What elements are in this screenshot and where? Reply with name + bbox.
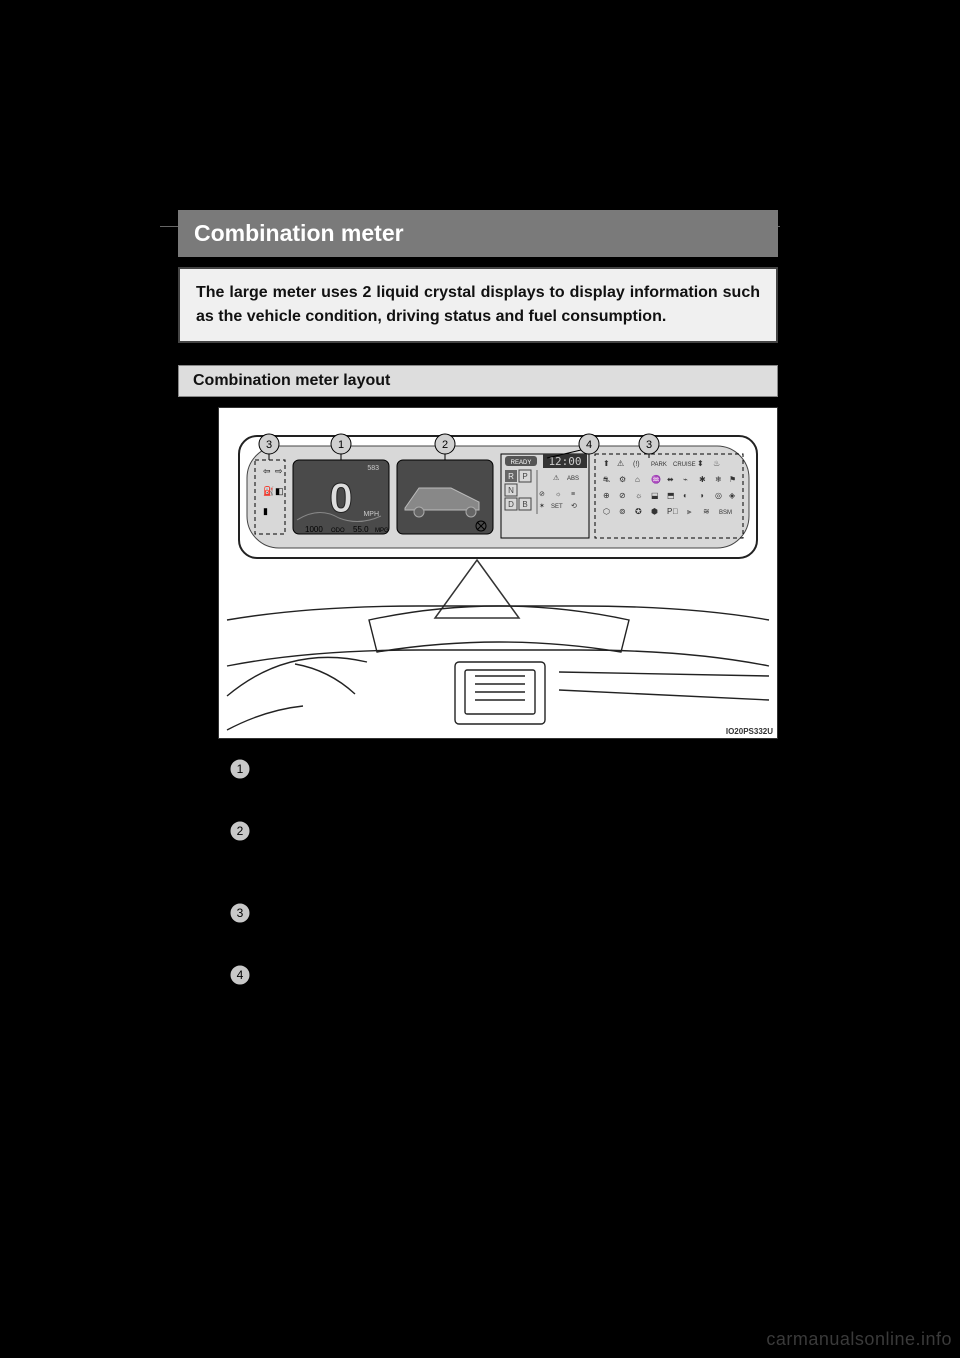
svg-text:⬒: ⬒ [667, 491, 675, 500]
svg-text:☼: ☼ [635, 491, 642, 500]
trip-value: 583 [367, 465, 379, 472]
svg-text:⬢: ⬢ [651, 507, 658, 516]
callout-item-1: 1 Main display [228, 757, 778, 797]
svg-text:⌂: ⌂ [635, 475, 640, 484]
odo-label: ODO [331, 528, 345, 534]
speed-value: 0 [329, 474, 352, 521]
svg-text:PARK: PARK [651, 462, 667, 468]
svg-text:R: R [508, 472, 514, 481]
ready-label: READY [511, 460, 532, 466]
svg-text:1: 1 [338, 439, 344, 451]
watermark: carmanualsonline.info [766, 1329, 952, 1350]
svg-text:⬓: ⬓ [651, 491, 659, 500]
numbered-circle-icon: 3 [228, 901, 252, 925]
svg-text:⊚: ⊚ [619, 507, 626, 516]
callout-item-2: 2 Multi-information display [228, 819, 778, 879]
svg-text:⬡: ⬡ [603, 507, 610, 516]
figure-id: IO20PS332U [726, 727, 773, 736]
meter-svg: ⇦ ⛽ ▮ ⇨ ◧ 0 MPH 583 1000 ODO 55.0 MPG [219, 408, 777, 738]
svg-text:⌁: ⌁ [683, 475, 688, 484]
page: Combination meter The large meter uses 2… [0, 0, 960, 1358]
svg-text:◎: ◎ [715, 491, 722, 500]
svg-text:⚠: ⚠ [617, 459, 624, 468]
svg-text:⟲: ⟲ [571, 503, 577, 510]
svg-text:⚙: ⚙ [619, 475, 626, 484]
svg-text:⊕: ⊕ [603, 491, 610, 500]
intro-text: The large meter uses 2 liquid crystal di… [178, 267, 778, 343]
svg-text:4: 4 [237, 968, 244, 982]
svg-text:P: P [522, 472, 527, 481]
svg-text:2: 2 [237, 824, 244, 838]
svg-text:⊘: ⊘ [539, 491, 545, 498]
section-heading: Combination meter layout [178, 365, 778, 397]
svg-text:⇦: ⇦ [263, 466, 271, 476]
callout-list: 1 Main display 2 Multi-information displ… [228, 757, 778, 1003]
svg-text:▮: ▮ [263, 506, 268, 516]
svg-text:⛐: ⛐ [603, 475, 610, 484]
svg-text:❄: ❄ [715, 475, 722, 484]
svg-text:◑: ◑ [699, 491, 704, 500]
svg-text:2: 2 [442, 439, 448, 451]
svg-text:◐: ◐ [683, 491, 688, 500]
numbered-circle-icon: 2 [228, 819, 252, 843]
callout-label: Multi-information display [266, 819, 417, 839]
callout-item-3: 3 Warning lights / indicators [228, 901, 778, 941]
svg-text:4: 4 [586, 439, 592, 451]
svg-text:3: 3 [237, 906, 244, 920]
numbered-circle-icon: 1 [228, 757, 252, 781]
svg-text:✱: ✱ [699, 475, 706, 484]
svg-text:⛽: ⛽ [263, 485, 274, 496]
svg-text:3: 3 [266, 439, 272, 451]
combination-meter-figure: ⇦ ⛽ ▮ ⇨ ◧ 0 MPH 583 1000 ODO 55.0 MPG [218, 407, 778, 739]
odo-value: 1000 [305, 525, 323, 534]
svg-text:✶: ✶ [539, 502, 545, 510]
content-column: Combination meter The large meter uses 2… [178, 210, 778, 1025]
svg-text:B: B [522, 500, 527, 509]
svg-text:ABS: ABS [567, 476, 579, 482]
svg-text:P⃝: P⃝ [667, 507, 678, 516]
svg-text:1: 1 [237, 762, 244, 776]
svg-text:≋: ≋ [703, 507, 710, 516]
svg-text:CRUISE: CRUISE [673, 462, 696, 468]
page-title: Combination meter [178, 210, 778, 257]
svg-text:⚠: ⚠ [553, 474, 559, 482]
svg-text:SET: SET [551, 504, 563, 510]
svg-text:N: N [508, 486, 514, 495]
callout-item-4: 4 Shift position / clock / indicators [228, 963, 778, 1003]
svg-text:⊘: ⊘ [619, 491, 626, 500]
svg-text:✪: ✪ [635, 507, 642, 516]
svg-text:D: D [508, 500, 514, 509]
avg-unit: MPG [375, 528, 389, 534]
speed-unit: MPH [363, 511, 379, 518]
numbered-circle-icon: 4 [228, 963, 252, 987]
svg-text:◈: ◈ [729, 491, 736, 500]
svg-text:3: 3 [646, 439, 652, 451]
svg-text:⇨: ⇨ [275, 466, 283, 476]
svg-text:⫸: ⫸ [687, 507, 692, 516]
svg-text:≡: ≡ [571, 491, 575, 498]
svg-text:☼: ☼ [555, 491, 561, 498]
svg-text:◧: ◧ [275, 486, 284, 496]
svg-text:(!): (!) [633, 461, 640, 468]
callout-label: Shift position / clock / indicators [266, 963, 461, 983]
svg-text:♨: ♨ [713, 459, 720, 468]
svg-text:♒: ♒ [651, 474, 661, 484]
svg-text:BSM: BSM [719, 510, 732, 516]
svg-text:⬍: ⬍ [697, 459, 704, 468]
svg-text:⬆: ⬆ [603, 459, 610, 468]
svg-text:⬌: ⬌ [667, 475, 674, 484]
callout-label: Main display [266, 757, 344, 777]
avg-value: 55.0 [353, 525, 369, 534]
callout-label: Warning lights / indicators [266, 901, 426, 921]
svg-text:⚑: ⚑ [729, 475, 736, 484]
